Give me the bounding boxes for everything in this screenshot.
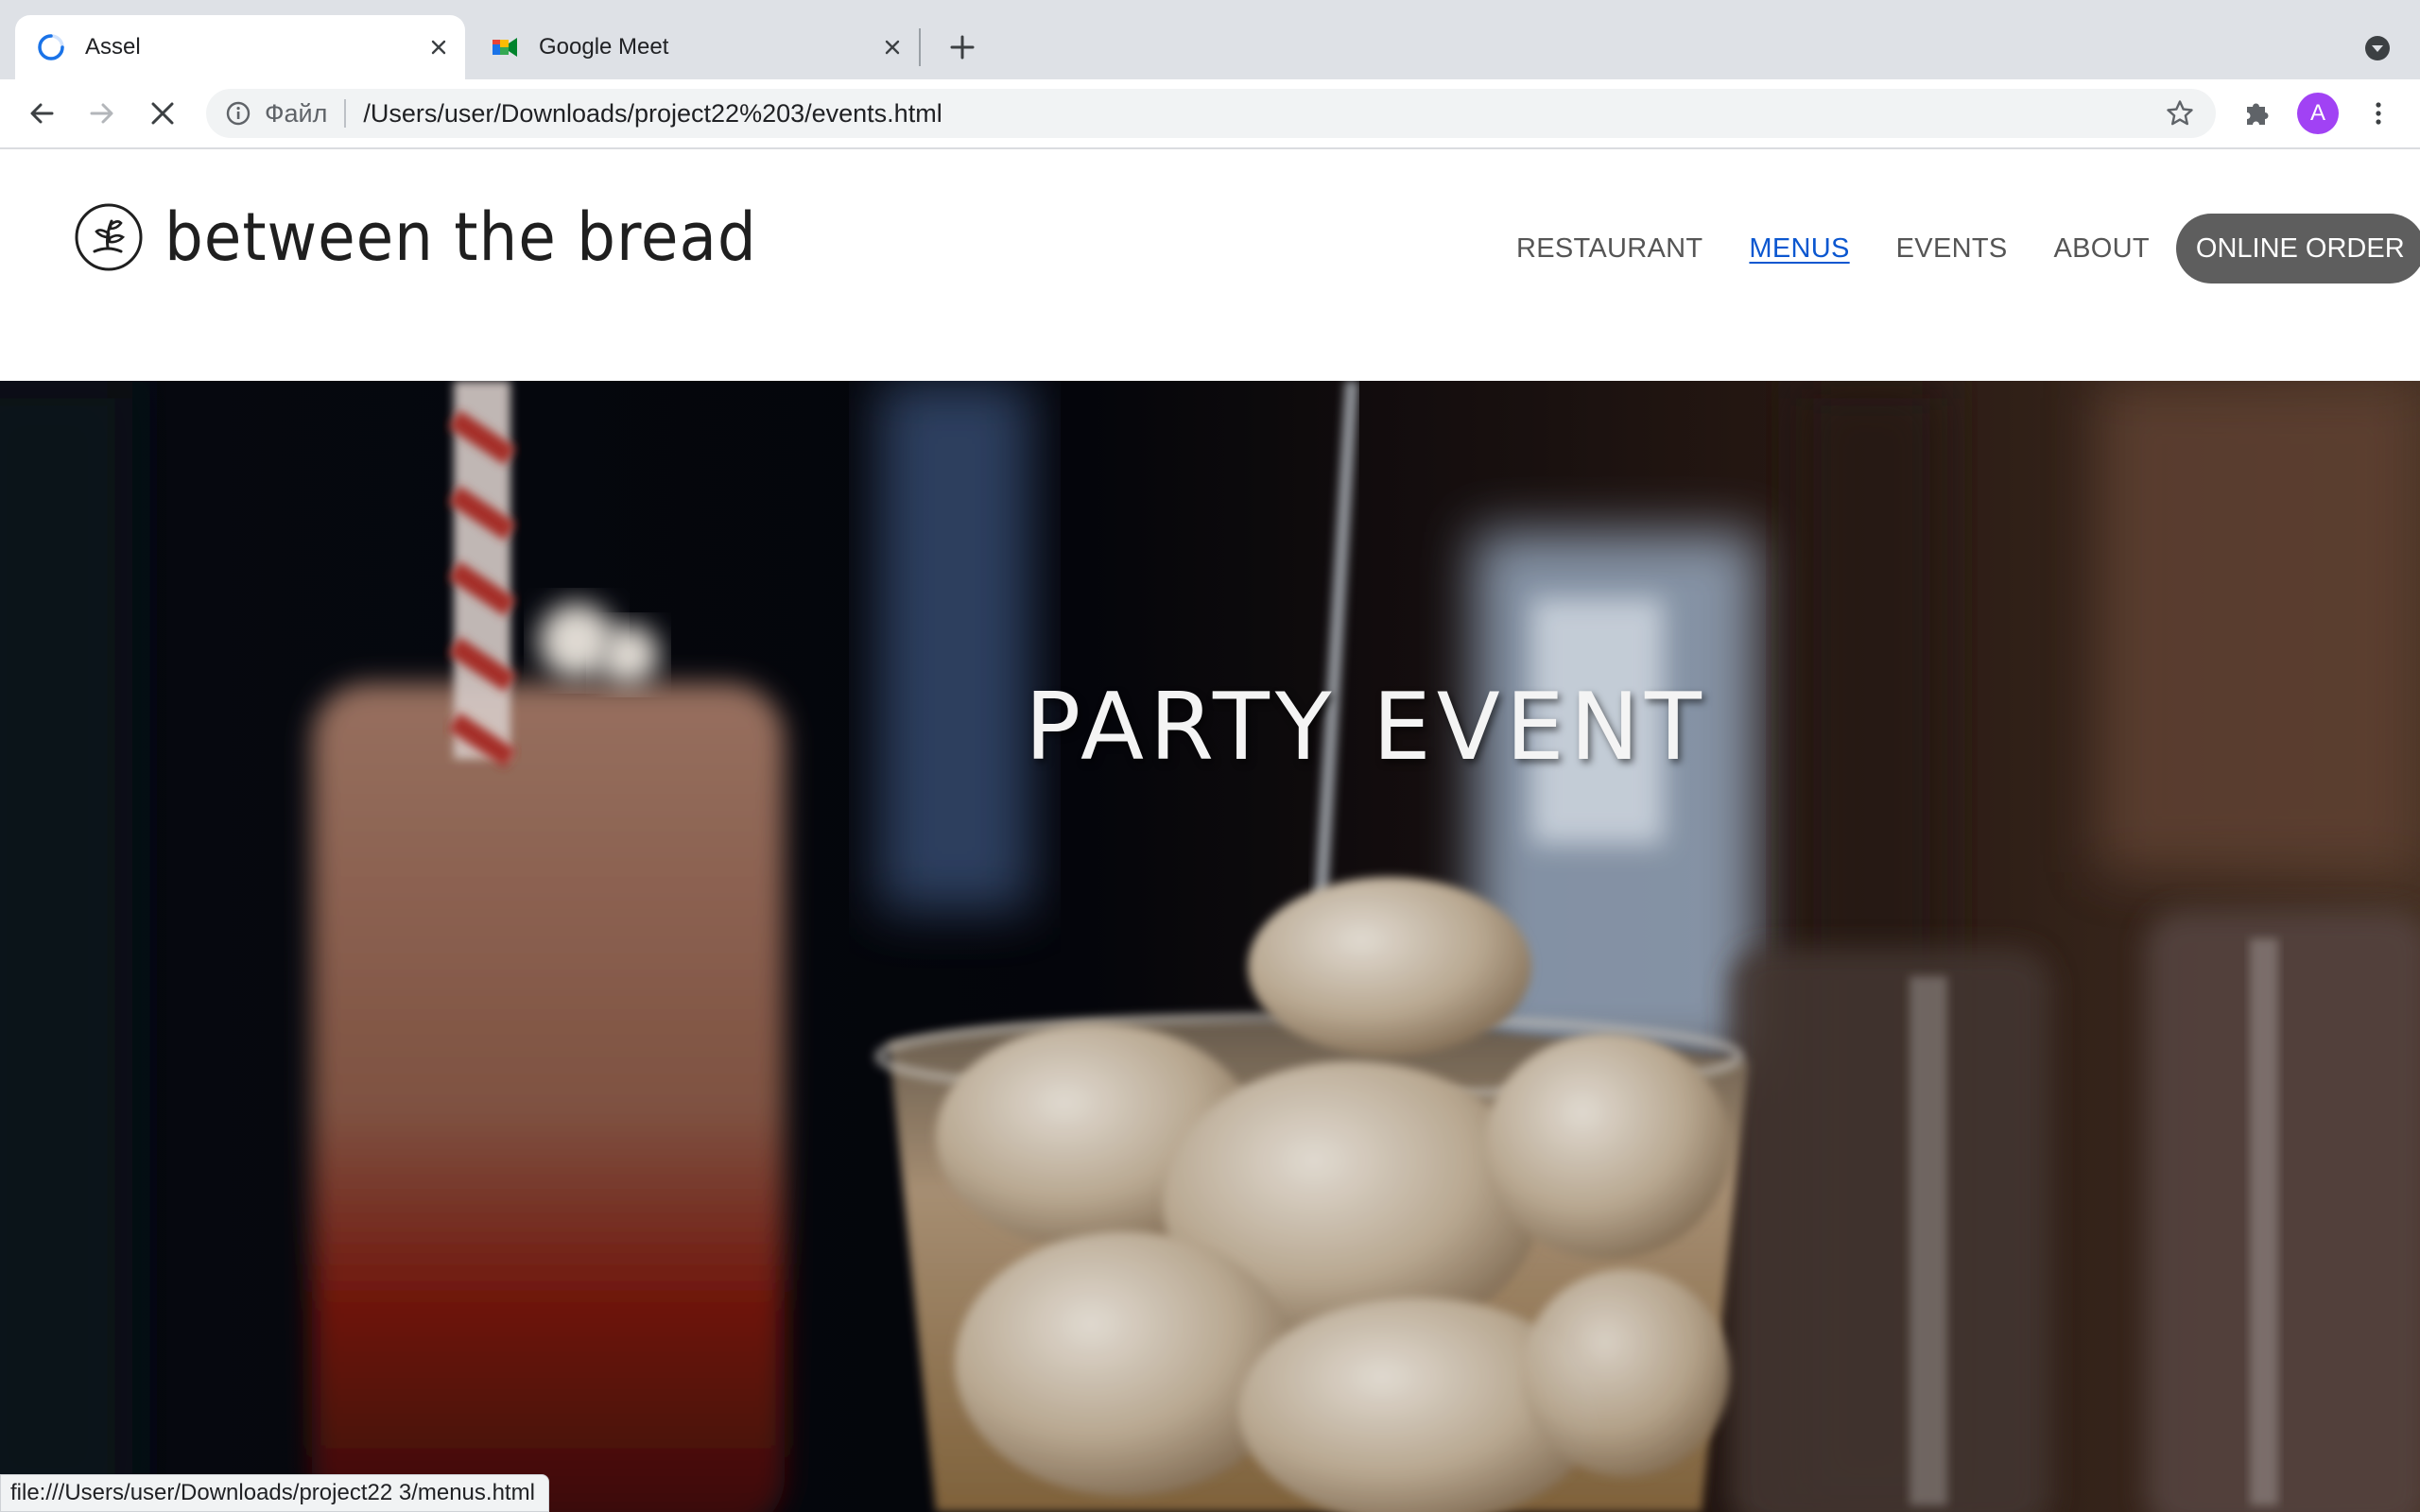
nav-menus[interactable]: MENUS <box>1749 233 1849 265</box>
close-tab-icon[interactable] <box>422 30 456 64</box>
loading-spinner-icon <box>38 34 64 60</box>
arrow-left-icon <box>30 103 54 124</box>
hero-section: PARTY EVENT <box>0 381 2420 1512</box>
stop-loading-button[interactable] <box>140 91 185 136</box>
google-meet-icon <box>493 38 517 57</box>
leaf-logo-icon <box>75 203 143 271</box>
site-header: between the bread RESTAURANT MENUS EVENT… <box>0 151 2420 381</box>
arrow-right-icon <box>90 103 113 124</box>
address-scheme-label: Файл <box>265 98 328 128</box>
tab-title: Assel <box>85 34 141 60</box>
nav-about[interactable]: ABOUT <box>2054 233 2150 265</box>
extensions-button[interactable] <box>2235 91 2280 136</box>
tab-search-button[interactable] <box>2358 28 2397 68</box>
more-vertical-icon <box>2376 102 2381 125</box>
online-order-button[interactable]: ONLINE ORDER <box>2175 214 2420 284</box>
address-separator <box>344 99 347 128</box>
forward-button[interactable] <box>79 91 125 136</box>
puzzle-icon <box>2247 103 2269 125</box>
nav-events[interactable]: EVENTS <box>1896 233 2008 265</box>
site-logo[interactable]: between the bread <box>74 202 808 272</box>
page-viewport: between the bread RESTAURANT MENUS EVENT… <box>0 151 2420 1512</box>
browser-menu-button[interactable] <box>2356 91 2401 136</box>
main-nav: RESTAURANT MENUS EVENTS ABOUT ONLINE ORD… <box>1516 214 2420 284</box>
bookmark-star-icon[interactable] <box>2159 93 2201 134</box>
hero-drinks-photo <box>0 381 2420 1512</box>
profile-avatar[interactable]: A <box>2297 93 2339 134</box>
close-icon <box>151 102 174 125</box>
tab-assel[interactable]: Assel <box>15 15 465 79</box>
tab-google-meet[interactable]: Google Meet <box>473 15 919 79</box>
close-tab-icon[interactable] <box>875 30 909 64</box>
status-bar-url: file:///Users/user/Downloads/project22 3… <box>0 1474 549 1512</box>
tab-title: Google Meet <box>539 34 669 60</box>
plus-icon <box>950 35 975 60</box>
address-bar[interactable]: Файл /Users/user/Downloads/project22%203… <box>206 89 2216 138</box>
browser-toolbar: Файл /Users/user/Downloads/project22%203… <box>0 79 2420 149</box>
site-name: between the bread <box>164 198 757 276</box>
new-tab-button[interactable] <box>942 26 983 68</box>
tab-divider <box>919 28 921 66</box>
browser-tab-strip: Assel Google Meet <box>0 0 2420 79</box>
nav-restaurant[interactable]: RESTAURANT <box>1516 233 1703 265</box>
back-button[interactable] <box>19 91 64 136</box>
chevron-down-icon <box>2365 36 2390 60</box>
address-url[interactable]: /Users/user/Downloads/project22%203/even… <box>363 99 2159 129</box>
hero-title: PARTY EVENT <box>1025 674 1707 782</box>
info-icon[interactable] <box>223 98 253 129</box>
